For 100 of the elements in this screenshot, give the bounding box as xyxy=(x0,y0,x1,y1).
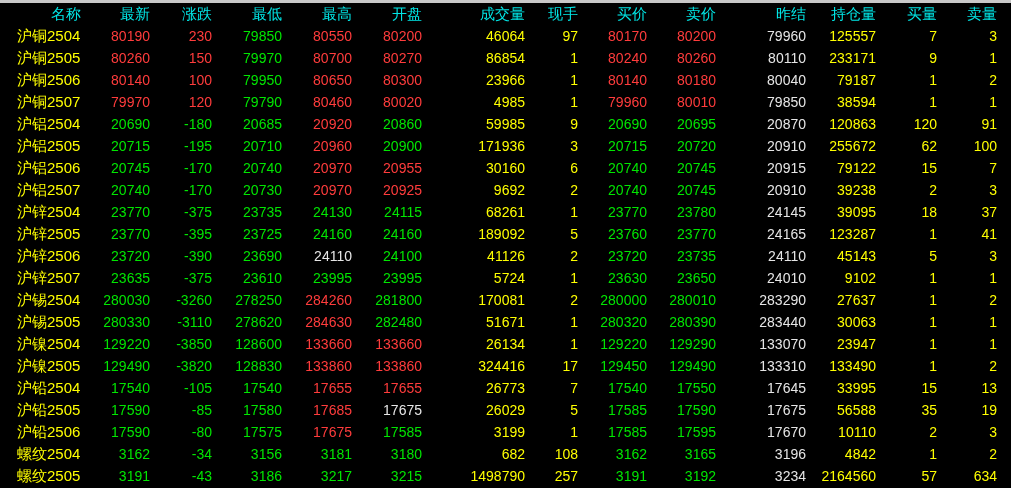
table-cell-text: 24160 xyxy=(382,225,422,244)
contract-name[interactable]: 沪铝2504 xyxy=(0,113,81,135)
table-cell-text: 24165 xyxy=(766,225,806,244)
contract-name[interactable]: 沪铜2504 xyxy=(0,25,81,47)
table-cell-text: 129450 xyxy=(599,357,647,376)
table-cell-text: 80110 xyxy=(767,49,806,68)
column-header[interactable]: 名称 xyxy=(0,3,81,25)
table-cell-text: 39095 xyxy=(836,203,876,222)
table-cell-text: 3162 xyxy=(117,445,150,464)
table-cell-text: 280320 xyxy=(599,313,647,332)
table-cell-text: 80460 xyxy=(312,93,352,112)
table-cell-text: 1498790 xyxy=(469,467,525,486)
table-cell-text: 3165 xyxy=(683,445,716,464)
table-cell-text: 133310 xyxy=(758,357,806,376)
contract-name[interactable]: 沪铜2505 xyxy=(0,47,81,69)
table-cell-text: 133860 xyxy=(374,357,422,376)
table-cell-text: 1 xyxy=(988,313,997,332)
column-header[interactable]: 现手 xyxy=(525,3,578,25)
table-cell-text: 97 xyxy=(561,27,578,46)
contract-name[interactable]: 沪铝2505 xyxy=(0,135,81,157)
table-cell-text: 20740 xyxy=(607,159,647,178)
table-cell-text: 2 xyxy=(988,445,997,464)
column-header[interactable]: 昨结 xyxy=(716,3,806,25)
column-header[interactable]: 卖价 xyxy=(647,3,716,25)
table-cell-text: 57 xyxy=(920,467,937,486)
column-header[interactable]: 成交量 xyxy=(422,3,525,25)
table-cell-text: 133660 xyxy=(304,335,352,354)
table-cell-text: 283440 xyxy=(758,313,806,332)
table-cell-text: 120863 xyxy=(828,115,876,134)
contract-name[interactable]: 沪镍2505 xyxy=(0,355,81,377)
table-cell-text: 26773 xyxy=(485,379,525,398)
contract-name[interactable]: 螺纹2504 xyxy=(0,443,81,465)
contract-name[interactable]: 沪锌2505 xyxy=(0,223,81,245)
table-cell-text: 80260 xyxy=(676,49,716,68)
table-cell-text: 1 xyxy=(569,203,578,222)
table-cell-text: 20730 xyxy=(242,181,282,200)
column-header[interactable]: 最高 xyxy=(282,3,352,25)
column-header[interactable]: 涨跌 xyxy=(150,3,212,25)
contract-name[interactable]: 沪镍2504 xyxy=(0,333,81,355)
table-cell-text: 1 xyxy=(928,291,937,310)
table-cell-text: 128830 xyxy=(234,357,282,376)
table-cell-text: 17590 xyxy=(676,401,716,420)
table-cell-text: 23630 xyxy=(607,269,647,288)
table-cell-text: 129490 xyxy=(102,357,150,376)
table-cell-text: -375 xyxy=(182,203,212,222)
contract-name[interactable]: 螺纹2505 xyxy=(0,465,81,487)
table-cell-text: 280030 xyxy=(102,291,150,310)
contract-name[interactable]: 沪锡2505 xyxy=(0,311,81,333)
table-cell-text: 17585 xyxy=(382,423,422,442)
contract-name[interactable]: 沪铅2505 xyxy=(0,399,81,421)
contract-name[interactable]: 沪锌2507 xyxy=(0,267,81,289)
table-cell-text: 30160 xyxy=(485,159,525,178)
contract-name[interactable]: 沪铅2506 xyxy=(0,421,81,443)
contract-name[interactable]: 沪锌2504 xyxy=(0,201,81,223)
table-cell-text: 23770 xyxy=(110,203,150,222)
table-cell-text: 125557 xyxy=(828,27,876,46)
column-header[interactable]: 持仓量 xyxy=(806,3,876,25)
contract-name[interactable]: 沪铝2506 xyxy=(0,157,81,179)
table-cell-text: 2 xyxy=(569,247,578,266)
column-header[interactable]: 卖量 xyxy=(937,3,997,25)
table-cell-text: 56588 xyxy=(836,401,876,420)
contract-name[interactable]: 沪铜2506 xyxy=(0,69,81,91)
table-cell-text: 17655 xyxy=(312,379,352,398)
contract-name[interactable]: 沪铝2507 xyxy=(0,179,81,201)
table-cell-text: 17580 xyxy=(242,401,282,420)
table-cell-text: 13 xyxy=(980,379,997,398)
table-cell-text: 26134 xyxy=(485,335,525,354)
table-cell-text: 2 xyxy=(928,181,937,200)
column-header[interactable]: 买量 xyxy=(876,3,937,25)
contract-name[interactable]: 沪锌2506 xyxy=(0,245,81,267)
table-cell-text: 23720 xyxy=(110,247,150,266)
table-cell-text: 20695 xyxy=(676,115,716,134)
table-cell-text: 79970 xyxy=(242,49,282,68)
table-cell-text: 2 xyxy=(928,423,937,442)
table-cell-text: 5724 xyxy=(492,269,525,288)
table-cell-text: 17540 xyxy=(242,379,282,398)
table-cell-text: 230 xyxy=(187,27,212,46)
contract-name[interactable]: 沪锡2504 xyxy=(0,289,81,311)
column-header[interactable]: 买价 xyxy=(578,3,647,25)
column-header[interactable]: 最新 xyxy=(81,3,150,25)
table-cell-text: 255672 xyxy=(828,137,876,156)
table-cell-text: 80010 xyxy=(676,93,716,112)
contract-name[interactable]: 沪铜2507 xyxy=(0,91,81,113)
table-cell-text: 51671 xyxy=(485,313,525,332)
table-cell-text: 9102 xyxy=(843,269,876,288)
table-cell-text: 20690 xyxy=(110,115,150,134)
table-cell-text: 257 xyxy=(553,467,578,486)
table-cell-text: -170 xyxy=(182,159,212,178)
column-header[interactable]: 开盘 xyxy=(352,3,422,25)
table-cell-text: 23760 xyxy=(607,225,647,244)
table-cell-text: 123287 xyxy=(828,225,876,244)
table-cell-text: 20715 xyxy=(110,137,150,156)
table-cell-text: 280000 xyxy=(599,291,647,310)
contract-name[interactable]: 沪铅2504 xyxy=(0,377,81,399)
table-cell-text: 3 xyxy=(988,247,997,266)
table-cell-text: 80140 xyxy=(607,71,647,90)
table-cell-text: 1 xyxy=(988,93,997,112)
column-header[interactable]: 最低 xyxy=(212,3,282,25)
table-cell-text: 3191 xyxy=(117,467,150,486)
table-cell-text: 17550 xyxy=(676,379,716,398)
